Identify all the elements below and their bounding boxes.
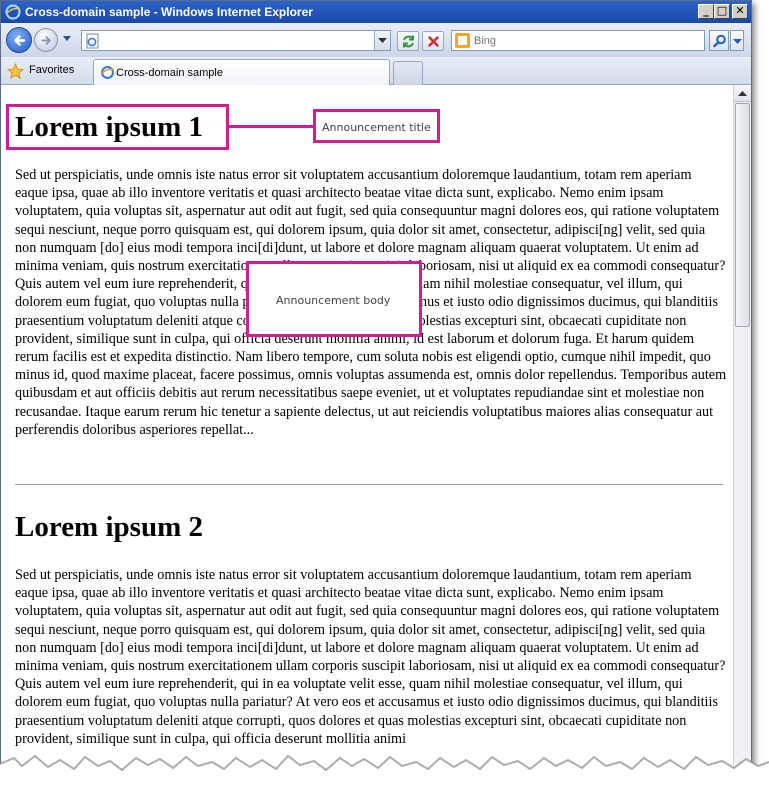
favorites-bar: Favorites Cross-domain sample [1, 57, 751, 85]
star-icon [7, 63, 24, 80]
announcement-title-callout: Announcement title [313, 109, 440, 143]
stop-button[interactable] [422, 31, 444, 51]
favorites-label: Favorites [29, 64, 75, 76]
ie-icon [101, 66, 115, 79]
vertical-scrollbar[interactable] [733, 85, 751, 769]
chevron-down-icon [733, 39, 742, 44]
page-content: Lorem ipsum 1 Sed ut perspiciatis, unde … [1, 85, 733, 769]
refresh-icon [403, 35, 414, 48]
search-input[interactable] [474, 32, 694, 49]
stop-icon [428, 36, 439, 47]
search-box[interactable] [451, 30, 705, 51]
new-tab-button[interactable] [393, 61, 423, 85]
title-highlight-frame [6, 104, 229, 150]
back-button[interactable] [6, 27, 32, 53]
announcement-title-label: Announcement title [322, 121, 431, 134]
search-button[interactable] [709, 30, 729, 51]
forward-arrow-icon [41, 36, 51, 45]
close-button[interactable]: ✕ [732, 4, 748, 19]
window-title: Cross-domain sample - Windows Internet E… [25, 5, 313, 19]
torn-edge [0, 754, 769, 797]
title-bar: Cross-domain sample - Windows Internet E… [1, 1, 751, 23]
magnifier-icon [713, 34, 726, 48]
announcement-body-label: Announcement body [276, 294, 391, 307]
chevron-down-icon [378, 38, 387, 43]
title-callout-connector [229, 125, 313, 128]
tab-label: Cross-domain sample [116, 67, 223, 79]
ie-icon [5, 4, 21, 20]
address-bar[interactable] [81, 30, 391, 51]
minimize-button[interactable]: _ [698, 4, 714, 19]
back-arrow-icon [14, 35, 26, 46]
heading-lorem-ipsum-2: Lorem ipsum 2 [15, 511, 203, 543]
forward-button[interactable] [34, 28, 58, 52]
paragraph-2: Sed ut perspiciatis, unde omnis iste nat… [15, 567, 726, 747]
refresh-button[interactable] [397, 31, 419, 51]
address-input[interactable] [104, 32, 368, 49]
announcement-body-callout: Announcement body [246, 261, 422, 337]
address-dropdown-button[interactable] [374, 31, 390, 50]
scroll-thumb[interactable] [735, 103, 750, 327]
maximize-button[interactable]: □ [714, 4, 730, 19]
page-icon [86, 33, 99, 49]
scroll-up-button[interactable] [734, 85, 751, 102]
recent-pages-dropdown-icon[interactable] [62, 35, 72, 42]
navigation-bar [1, 23, 751, 57]
tab-cross-domain-sample[interactable]: Cross-domain sample [93, 59, 390, 85]
search-options-button[interactable] [730, 30, 744, 51]
bing-icon [455, 33, 470, 48]
chevron-up-icon [738, 91, 747, 96]
divider [15, 484, 723, 485]
